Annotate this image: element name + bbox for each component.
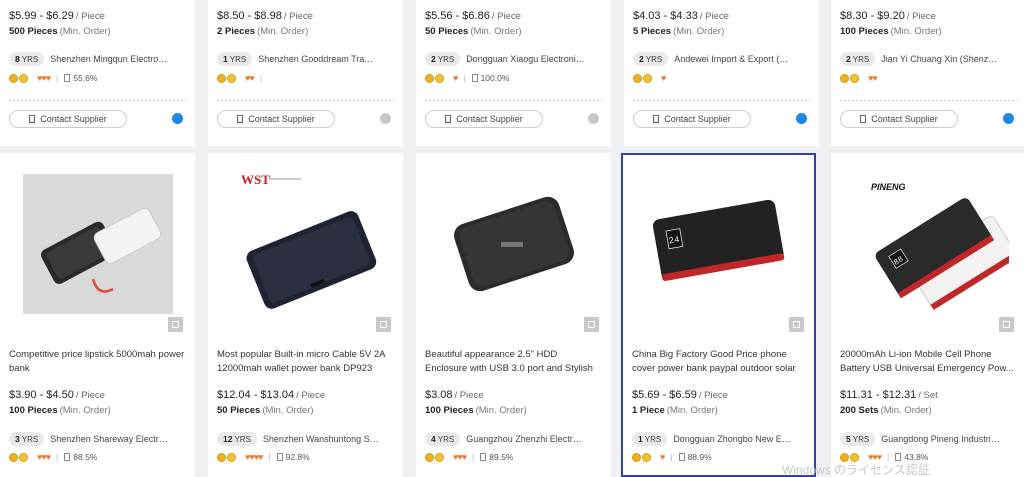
years-badge: 3 YRS <box>9 432 45 446</box>
product-card[interactable]: 24 China Big Factory Good Price phone co… <box>621 153 816 477</box>
supplier-link[interactable]: 12 YRS Shenzhen Wanshuntong Scie... <box>217 432 383 446</box>
min-order: 1 Piece (Min. Order) <box>632 405 718 416</box>
min-order: 100 Pieces (Min. Order) <box>9 405 111 416</box>
response-rate-icon <box>480 453 487 461</box>
response-rate-icon <box>276 453 283 461</box>
product-image[interactable] <box>416 153 611 335</box>
price: $11.31 - $12.31/ Set <box>840 389 938 401</box>
product-title[interactable]: China Big Factory Good Price phone cover… <box>632 348 807 376</box>
quick-view-icon[interactable] <box>789 317 804 332</box>
quick-view-icon[interactable] <box>376 317 391 332</box>
bottom-product-row: Competitive price lipstick 5000mah power… <box>0 0 1024 477</box>
rating-hearts: ♥♥♥♥ <box>245 452 263 462</box>
supplier-link[interactable]: 4 YRS Guangzhou Zhenzhi Electronic... <box>425 432 586 446</box>
supplier-badges: ♥♥♥ | 88.5% <box>9 452 97 462</box>
years-badge: 5 YRS <box>840 432 876 446</box>
supplier-badges: ♥♥♥♥ | 92.8% <box>217 452 310 462</box>
product-image[interactable] <box>0 153 195 335</box>
quick-view-icon[interactable] <box>168 317 183 332</box>
verified-icon <box>642 452 651 462</box>
product-card[interactable]: WST Most popular Built-in micro Cable 5V… <box>208 153 403 477</box>
quick-view-icon[interactable] <box>999 317 1014 332</box>
supplier-badges: ♥♥♥ | 89.5% <box>425 452 513 462</box>
gold-supplier-icon <box>9 452 18 462</box>
product-title[interactable]: Competitive price lipstick 5000mah power… <box>9 348 186 376</box>
brand-logo: WST <box>241 172 270 187</box>
min-order: 100 Pieces (Min. Order) <box>425 405 527 416</box>
rating-hearts: ♥♥♥ <box>453 452 467 462</box>
os-watermark: Windows のライセンス認証 <box>782 463 930 477</box>
price: $12.04 - $13.04/ Piece <box>217 389 326 401</box>
product-title[interactable]: Most popular Built-in micro Cable 5V 2A … <box>217 348 394 376</box>
verified-icon <box>435 452 444 462</box>
price: $5.69 - $6.59/ Piece <box>632 389 728 401</box>
years-badge: 1 YRS <box>632 432 668 446</box>
rating-hearts: ♥ <box>660 452 665 462</box>
min-order: 200 Sets (Min. Order) <box>840 405 932 416</box>
years-badge: 12 YRS <box>217 432 257 446</box>
response-rate-icon <box>678 453 685 461</box>
verified-icon <box>19 452 28 462</box>
brand-logo: PINENG <box>871 182 906 192</box>
supplier-link[interactable]: 3 YRS Shenzhen Shareway Electroni... <box>9 432 170 446</box>
response-rate-icon <box>64 453 71 461</box>
min-order: 50 Pieces (Min. Order) <box>217 405 314 416</box>
gold-supplier-icon <box>425 452 434 462</box>
product-card[interactable]: Beautiful appearance 2.5" HDD Enclosure … <box>416 153 611 477</box>
price: $3.90 - $4.50/ Piece <box>9 389 105 401</box>
supplier-link[interactable]: 1YRSDongguan Zhongbo New Energ... <box>632 432 793 446</box>
product-title[interactable]: Beautiful appearance 2.5" HDD Enclosure … <box>425 348 602 376</box>
quick-view-icon[interactable] <box>584 317 599 332</box>
price: $3.08/ Piece <box>425 389 484 401</box>
verified-icon <box>227 452 236 462</box>
gold-supplier-icon <box>217 452 226 462</box>
response-rate-icon <box>895 453 902 461</box>
product-card[interactable]: PINENG 88 20000mAh Li-ion Mobile Cell Ph… <box>831 153 1024 477</box>
gold-supplier-icon <box>632 452 641 462</box>
rating-hearts: ♥♥♥ <box>37 452 51 462</box>
product-image[interactable]: 24 <box>621 153 816 335</box>
product-card[interactable]: Competitive price lipstick 5000mah power… <box>0 153 195 477</box>
product-title[interactable]: 20000mAh Li-ion Mobile Cell Phone Batter… <box>840 348 1017 376</box>
years-badge: 4 YRS <box>425 432 461 446</box>
product-image[interactable]: WST <box>208 153 403 335</box>
product-image[interactable]: PINENG 88 <box>831 153 1024 335</box>
supplier-badges: ♥ | 88.9% <box>632 452 712 462</box>
supplier-link[interactable]: 5 YRS Guangdong Pineng Industrial C... <box>840 432 1001 446</box>
battery-display: 24 <box>667 235 679 247</box>
